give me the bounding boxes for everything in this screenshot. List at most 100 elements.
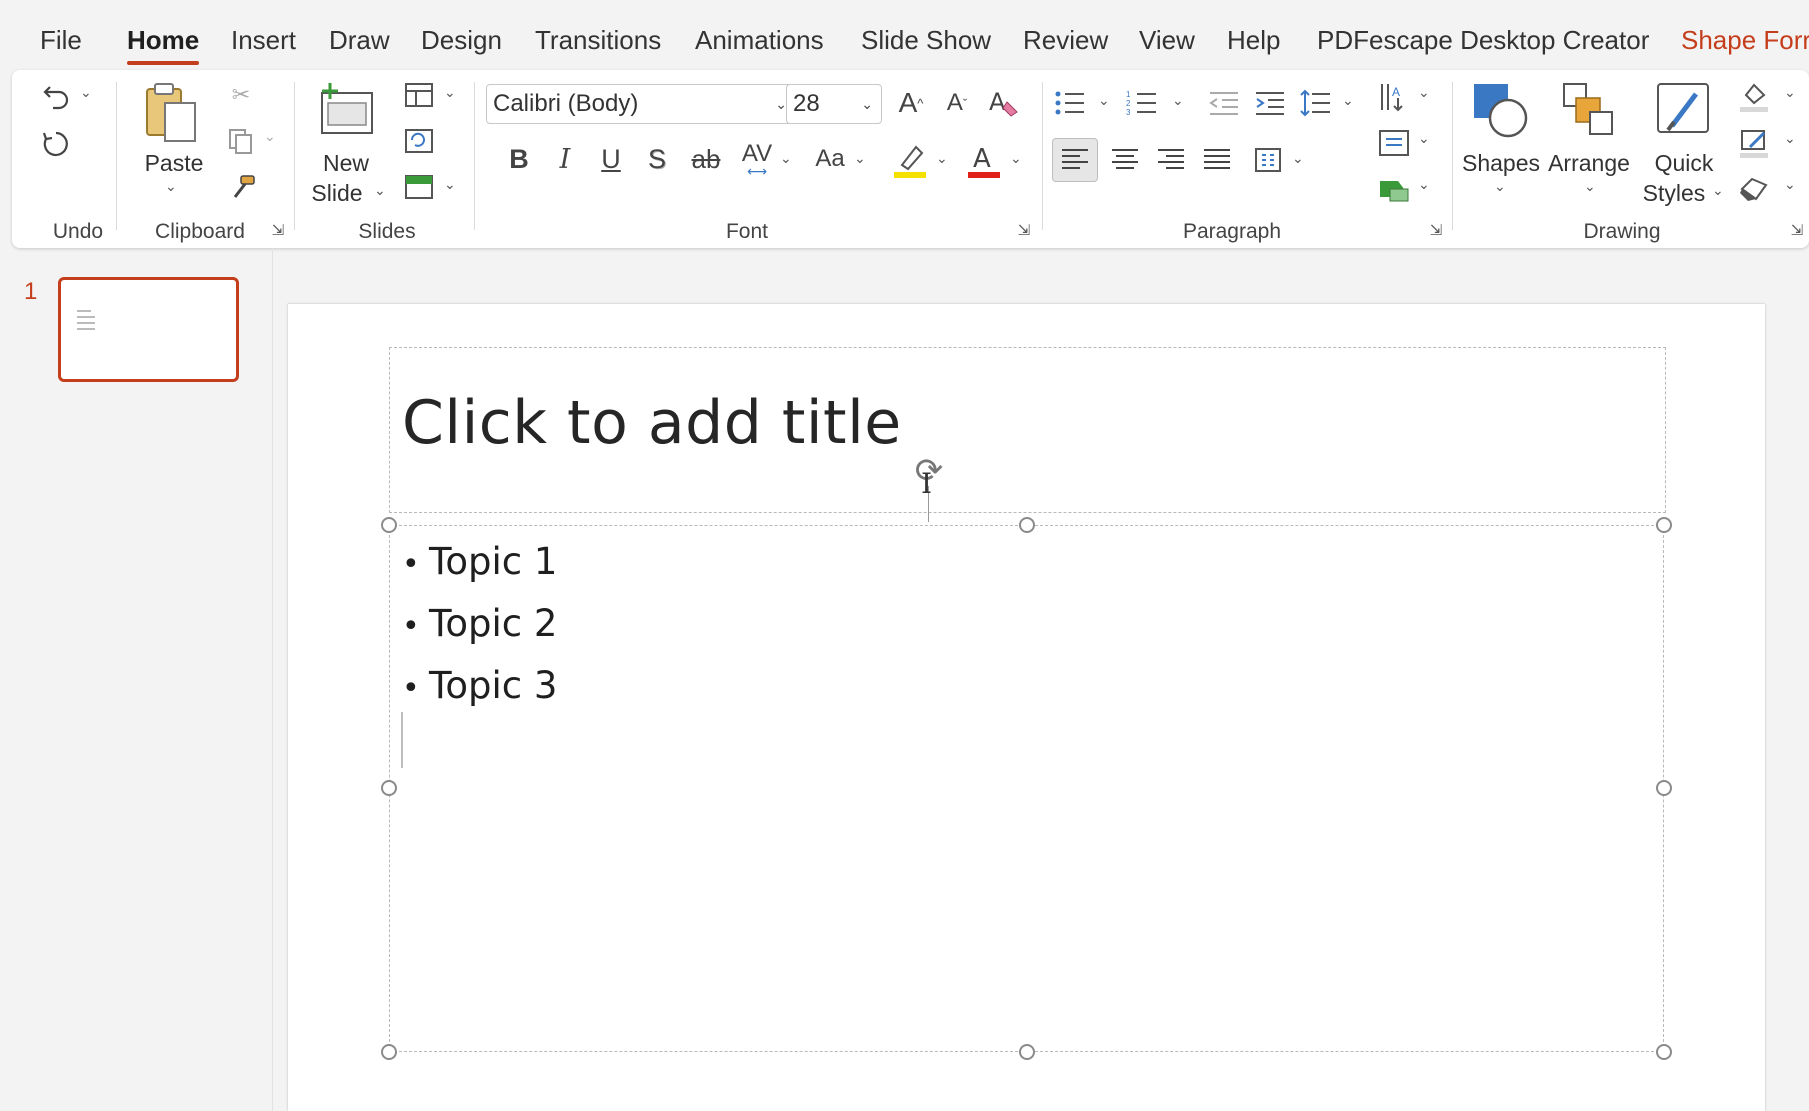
resize-handle-bottom-left[interactable] (381, 1044, 397, 1060)
resize-handle-bottom-right[interactable] (1656, 1044, 1672, 1060)
font-launcher-icon[interactable]: ⇲ (1015, 222, 1033, 240)
shapes-dropdown-icon[interactable]: ⌄ (1494, 178, 1506, 195)
numbering-icon[interactable]: 123 (1122, 84, 1162, 122)
columns-icon[interactable] (1248, 138, 1288, 182)
increase-font-size-icon[interactable]: A ^ (892, 84, 930, 122)
undo-icon[interactable] (36, 76, 76, 116)
align-right-button[interactable] (1148, 138, 1194, 182)
resize-handle-left[interactable] (381, 780, 397, 796)
tab-animations[interactable]: Animations (695, 24, 824, 56)
increase-indent-icon[interactable] (1250, 84, 1290, 122)
tab-shape-format[interactable]: Shape Forr (1681, 24, 1809, 56)
clear-formatting-icon[interactable]: A (984, 82, 1024, 122)
section-dropdown-icon[interactable]: ⌄ (444, 176, 456, 193)
change-case-dropdown-icon[interactable]: ⌄ (854, 150, 866, 167)
new-slide-label-2[interactable]: Slide (302, 178, 372, 208)
drawing-launcher-icon[interactable]: ⇲ (1788, 222, 1806, 240)
quick-styles-dropdown-icon[interactable]: ⌄ (1712, 182, 1724, 199)
underline-button[interactable]: U (592, 140, 630, 178)
layout-dropdown-icon[interactable]: ⌄ (444, 84, 456, 101)
section-icon[interactable] (400, 170, 438, 204)
copy-icon[interactable] (224, 124, 258, 158)
paste-icon[interactable] (136, 78, 208, 148)
title-placeholder[interactable]: Click to add title (389, 347, 1666, 513)
tab-transitions[interactable]: Transitions (535, 24, 661, 56)
shape-outline-dropdown-icon[interactable]: ⌄ (1784, 130, 1796, 147)
arrange-dropdown-icon[interactable]: ⌄ (1584, 178, 1596, 195)
slide-thumbnail[interactable] (58, 277, 239, 382)
align-text-dropdown-icon[interactable]: ⌄ (1418, 130, 1430, 147)
decrease-indent-icon[interactable] (1204, 84, 1244, 122)
decrease-font-size-icon[interactable]: Aˇ (938, 84, 976, 122)
smartart-icon[interactable] (1374, 170, 1414, 208)
undo-dropdown-icon[interactable]: ⌄ (80, 84, 92, 101)
format-painter-icon[interactable] (226, 170, 260, 204)
new-slide-label[interactable]: New (306, 148, 386, 178)
bullets-icon[interactable] (1050, 84, 1090, 122)
clipboard-launcher-icon[interactable]: ⇲ (269, 222, 287, 240)
numbering-dropdown-icon[interactable]: ⌄ (1172, 92, 1184, 109)
text-direction-icon[interactable]: A (1374, 78, 1414, 116)
columns-dropdown-icon[interactable]: ⌄ (1292, 150, 1304, 167)
align-left-button[interactable] (1052, 138, 1098, 182)
tab-review[interactable]: Review (1023, 24, 1108, 56)
quick-styles-icon[interactable] (1648, 78, 1718, 142)
highlight-icon[interactable] (888, 138, 932, 182)
shape-effects-icon[interactable] (1734, 170, 1774, 208)
shape-fill-dropdown-icon[interactable]: ⌄ (1784, 84, 1796, 101)
resize-handle-top-left[interactable] (381, 517, 397, 533)
reset-slide-icon[interactable] (400, 124, 438, 158)
font-name-dropdown[interactable]: Calibri (Body) ⌄ (486, 84, 796, 124)
new-slide-dropdown-icon[interactable]: ⌄ (374, 182, 386, 199)
shape-fill-icon[interactable] (1734, 78, 1774, 116)
layout-icon[interactable] (400, 78, 438, 112)
shapes-label[interactable]: Shapes (1456, 148, 1546, 178)
resize-handle-bottom[interactable] (1019, 1044, 1035, 1060)
resize-handle-right[interactable] (1656, 780, 1672, 796)
quick-styles-label-2[interactable]: Styles (1636, 178, 1712, 208)
cut-icon[interactable]: ✂ (226, 80, 256, 110)
list-item[interactable]: • Topic 2 (402, 596, 557, 658)
tab-file[interactable]: File (40, 24, 82, 56)
text-direction-dropdown-icon[interactable]: ⌄ (1418, 84, 1430, 101)
redo-icon[interactable] (36, 124, 76, 164)
shapes-icon[interactable] (1464, 78, 1534, 142)
tab-draw[interactable]: Draw (329, 24, 390, 56)
list-item[interactable]: • Topic 3 (402, 658, 557, 720)
slide-canvas[interactable]: Click to add title • Topic 1 • Topic 2 • To… (288, 304, 1765, 1111)
strikethrough-button[interactable]: ab (684, 140, 728, 178)
quick-styles-label[interactable]: Quick (1648, 148, 1720, 178)
change-case-button[interactable]: Aa (808, 140, 852, 178)
paragraph-launcher-icon[interactable]: ⇲ (1427, 222, 1445, 240)
bullets-dropdown-icon[interactable]: ⌄ (1098, 92, 1110, 109)
text-shadow-button[interactable]: S (638, 140, 676, 178)
resize-handle-top-right[interactable] (1656, 517, 1672, 533)
shape-effects-dropdown-icon[interactable]: ⌄ (1784, 176, 1796, 193)
content-placeholder[interactable]: • Topic 1 • Topic 2 • Topic 3 (389, 525, 1664, 1052)
line-spacing-dropdown-icon[interactable]: ⌄ (1342, 92, 1354, 109)
copy-dropdown-icon[interactable]: ⌄ (264, 128, 276, 145)
tab-design[interactable]: Design (421, 24, 502, 56)
highlight-dropdown-icon[interactable]: ⌄ (936, 150, 948, 167)
tab-home[interactable]: Home (127, 24, 200, 65)
align-center-button[interactable] (1102, 138, 1148, 182)
tab-help[interactable]: Help (1227, 24, 1280, 56)
character-spacing-button[interactable]: AV ⟷ (734, 138, 780, 180)
smartart-dropdown-icon[interactable]: ⌄ (1418, 176, 1430, 193)
line-spacing-icon[interactable] (1296, 84, 1336, 122)
spacing-dropdown-icon[interactable]: ⌄ (780, 150, 792, 167)
align-text-icon[interactable] (1374, 124, 1414, 162)
paste-label[interactable]: Paste (134, 148, 214, 178)
shape-outline-icon[interactable] (1734, 124, 1774, 162)
bold-button[interactable]: B (500, 140, 538, 178)
tab-insert[interactable]: Insert (231, 24, 296, 56)
font-color-icon[interactable]: A (962, 138, 1006, 182)
list-item[interactable]: • Topic 1 (402, 534, 557, 596)
tab-pdfescape[interactable]: PDFescape Desktop Creator (1317, 24, 1649, 56)
paste-dropdown-icon[interactable]: ⌄ (165, 178, 177, 195)
resize-handle-top[interactable] (1019, 517, 1035, 533)
justify-button[interactable] (1194, 138, 1240, 182)
new-slide-icon[interactable] (312, 78, 380, 142)
arrange-label[interactable]: Arrange (1544, 148, 1634, 178)
pane-divider[interactable] (272, 248, 273, 1111)
